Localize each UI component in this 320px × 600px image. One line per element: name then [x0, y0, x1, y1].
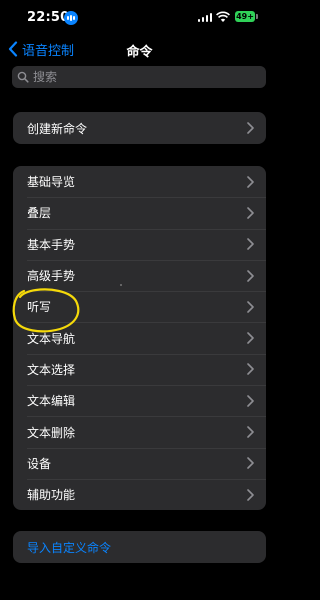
- row-label: 文本选择: [27, 362, 76, 377]
- row-label: 基础导览: [27, 175, 76, 190]
- list-item-advanced-gestures[interactable]: 高级手势: [13, 259, 266, 291]
- row-label: 导入自定义命令: [27, 540, 112, 555]
- list-item-basic-gestures[interactable]: 基本手势: [13, 228, 266, 260]
- chevron-right-icon: [247, 175, 254, 188]
- stray-mark: [120, 284, 122, 286]
- search-input[interactable]: [33, 70, 233, 84]
- list-item-text-deletion[interactable]: 文本删除: [13, 416, 266, 447]
- chevron-right-icon: [247, 122, 254, 134]
- chevron-right-icon: [247, 363, 254, 376]
- chevron-right-icon: [247, 238, 254, 251]
- row-label: 文本删除: [27, 425, 76, 440]
- search-icon: [17, 71, 29, 83]
- chevron-right-icon: [247, 394, 254, 407]
- search-bar[interactable]: [12, 66, 266, 88]
- row-label: 创建新命令: [27, 121, 88, 136]
- list-item-dictation[interactable]: 听写: [13, 291, 266, 322]
- battery-tip: [256, 14, 258, 19]
- navigation-bar: 语音控制 命令: [0, 36, 279, 62]
- wifi-icon: [216, 11, 230, 22]
- chevron-right-icon: [247, 269, 254, 282]
- create-command-group: 创建新命令: [13, 112, 266, 144]
- chevron-left-icon: [8, 41, 18, 57]
- import-custom-commands-button[interactable]: 导入自定义命令: [13, 531, 266, 563]
- chevron-right-icon: [247, 332, 254, 344]
- back-label: 语音控制: [22, 43, 75, 59]
- row-label: 听写: [27, 300, 52, 315]
- voice-control-active-icon: [64, 11, 78, 25]
- chevron-right-icon: [247, 488, 254, 501]
- row-label: 高级手势: [27, 269, 76, 284]
- cellular-signal-icon: [198, 12, 212, 22]
- row-label: 叠层: [27, 206, 52, 221]
- row-label: 辅助功能: [27, 488, 76, 503]
- chevron-right-icon: [247, 207, 254, 219]
- back-button[interactable]: 语音控制: [8, 39, 74, 59]
- chevron-right-icon: [247, 457, 254, 470]
- list-item-text-editing[interactable]: 文本编辑: [13, 385, 266, 416]
- create-new-command-row[interactable]: 创建新命令: [13, 112, 266, 144]
- list-item-text-selection[interactable]: 文本选择: [13, 353, 266, 385]
- row-label: 文本导航: [27, 331, 76, 346]
- row-label: 基本手势: [27, 237, 76, 252]
- import-group: 导入自定义命令: [13, 531, 266, 563]
- list-item-overlay[interactable]: 叠层: [13, 197, 266, 228]
- list-item-basic-navigation[interactable]: 基础导览: [13, 166, 266, 197]
- status-bar: 22:50 49+: [0, 0, 279, 36]
- chevron-right-icon: [247, 301, 254, 313]
- chevron-right-icon: [247, 426, 254, 438]
- row-label: 设备: [27, 456, 52, 471]
- row-label: 文本编辑: [27, 394, 76, 409]
- battery-icon: 49+: [235, 11, 255, 22]
- command-categories-list: 基础导览 叠层 基本手势 高级手势 听写 文本导航 文本选择 文本编辑 文本删除…: [13, 166, 266, 510]
- list-item-accessibility[interactable]: 辅助功能: [13, 478, 266, 510]
- list-item-device[interactable]: 设备: [13, 447, 266, 479]
- list-item-text-navigation[interactable]: 文本导航: [13, 322, 266, 353]
